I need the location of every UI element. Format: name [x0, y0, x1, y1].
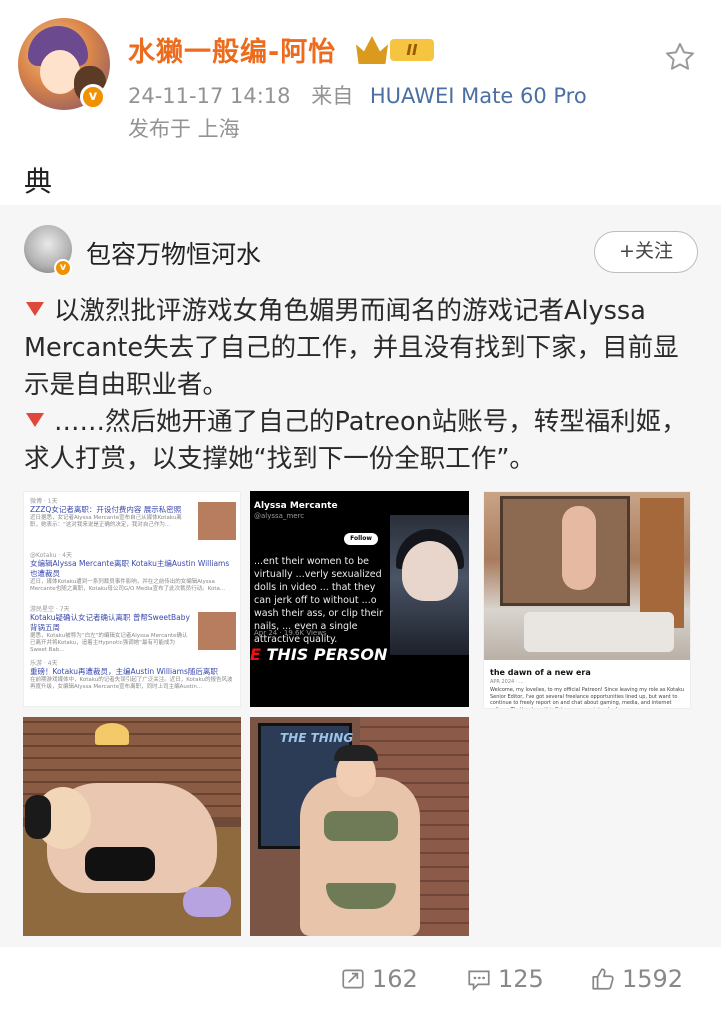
image-patreon-screenshot[interactable]: the dawn of a new era APR 2024 · ... Wel…	[483, 491, 691, 709]
post-meta: 24-11-17 14:18 来自 HUAWEI Mate 60 Pro	[128, 80, 587, 110]
like-button[interactable]: 1592	[590, 963, 683, 995]
clothing-bottom	[326, 883, 396, 909]
red-triangle-icon	[26, 302, 44, 316]
image-tweet-screenshot[interactable]: Alyssa Mercante @alyssa_merc Follow ...e…	[250, 491, 469, 707]
image-photo-2[interactable]: THE THING	[250, 717, 469, 936]
action-bar: 162 125 1592	[0, 955, 721, 1005]
news-body: 近日据悉，女记者Alyssa Mercante宣布自己从媒体Kotaku离职，她…	[30, 515, 182, 528]
news-title: ZZZQ女记者离职：开设付费内容 展示私密照	[30, 505, 182, 514]
red-triangle-icon	[26, 413, 44, 427]
patreon-date: APR 2024 · ...	[490, 679, 524, 685]
repost-text: 以激烈批评游戏女角色媚男而闻名的游戏记者Alyssa Mercante失去了自己…	[24, 293, 704, 478]
news-source: 乐游 · 4天	[30, 660, 58, 667]
patreon-photo	[484, 492, 690, 660]
image-photo-1[interactable]	[23, 717, 241, 936]
post-timestamp: 24-11-17 14:18	[128, 84, 291, 108]
favorite-star-icon[interactable]	[663, 40, 697, 74]
sink	[524, 612, 674, 652]
follow-button[interactable]: +关注	[594, 231, 698, 273]
comment-count: 125	[498, 965, 544, 993]
tweet-name: Alyssa Mercante	[254, 501, 338, 511]
patreon-body: Welcome, my lovelies, to my official Pat…	[490, 687, 685, 708]
news-title: 重磅！Kotaku再遭裁员，主编Austin Williams随后离职	[30, 667, 218, 676]
repost-button[interactable]: 162	[340, 963, 418, 995]
device-link[interactable]: HUAWEI Mate 60 Pro	[370, 84, 587, 108]
comment-button[interactable]: 125	[466, 963, 544, 995]
repost-paragraph-2-text: ……然后她开通了自己的Patreon站账号，转型福利姬，求人打赏，以支撑她“找到…	[24, 407, 687, 474]
news-item: 乐游 · 4天 重磅！Kotaku再遭裁员，主编Austin Williams随…	[30, 658, 236, 691]
person	[300, 777, 420, 936]
comment-icon	[468, 970, 490, 991]
post-location: 发布于 上海	[128, 117, 240, 141]
news-thumbnail	[198, 612, 236, 650]
news-body: 近日，媒体Kotaku遭到一系列裁员事件影响，并在之前传出的女编辑Alyssa …	[30, 579, 226, 592]
figure	[562, 506, 596, 590]
headset	[25, 795, 51, 839]
repost-paragraph-1-text: 以激烈批评游戏女角色媚男而闻名的游戏记者Alyssa Mercante失去了自己…	[24, 296, 679, 400]
clothing-top	[324, 811, 398, 841]
repost-paragraph-2: ……然后她开通了自己的Patreon站账号，转型福利姬，求人打赏，以支撑她“找到…	[24, 404, 704, 478]
level-label: II	[390, 39, 434, 61]
news-thumbnail	[198, 502, 236, 540]
repost-author-name[interactable]: 包容万物恒河水	[86, 235, 261, 271]
news-title: Kotaku疑确认女记者确认离职 曾帮SweetBaby背锅五周	[30, 613, 190, 632]
news-source: @Kotaku · 4天	[30, 552, 72, 559]
repost-card[interactable]: v 包容万物恒河水 +关注 以激烈批评游戏女角色媚男而闻名的游戏记者Alyssa…	[0, 205, 721, 947]
post-header: v 水獭一般编-阿怡 II 24-11-17 14:18 来自 HUAWEI M…	[0, 0, 721, 150]
from-label: 来自	[311, 84, 354, 108]
thumbs-up-icon	[592, 968, 614, 990]
news-body: 据悉，Kotaku被称为“白左”的编辑女记者Alyssa Mercante确认已…	[30, 633, 188, 653]
news-title: 女编辑Alyssa Mercante离职 Kotaku主编Austin Will…	[30, 559, 230, 578]
image-news-screenshot[interactable]: 微博 · 1天 ZZZQ女记者离职：开设付费内容 展示私密照 近日据悉，女记者A…	[23, 491, 241, 707]
repost-icon	[342, 969, 364, 989]
door	[640, 498, 684, 628]
like-count: 1592	[622, 965, 684, 993]
repost-verified-badge-icon: v	[54, 259, 72, 277]
post-text: 典	[24, 165, 53, 198]
portrait-face	[402, 541, 458, 601]
crown-icon	[356, 36, 388, 64]
tweet-handle: @alyssa_merc	[254, 512, 305, 520]
patreon-title: the dawn of a new era	[490, 668, 591, 677]
verified-badge-icon: v	[80, 84, 106, 110]
poster-title: THE THING	[280, 731, 354, 745]
banner-red-text: E	[250, 645, 261, 664]
member-level-badge[interactable]: II	[356, 36, 436, 64]
lamp	[95, 723, 129, 745]
tweet-banner: E THIS PERSON	[250, 645, 387, 664]
clothing	[85, 847, 155, 881]
repost-paragraph-1: 以激烈批评游戏女角色媚男而闻名的游戏记者Alyssa Mercante失去了自己…	[24, 293, 704, 404]
author-name[interactable]: 水獭一般编-阿怡	[128, 30, 336, 69]
tweet-date: Apr 24 · 19.6K Views	[254, 629, 327, 637]
tweet-follow-button: Follow	[344, 533, 378, 545]
news-body: 在前期游戏媒体中，Kotaku的记者失误引起了广泛关注。近日，Kotaku的报告…	[30, 677, 233, 690]
tweet-portrait	[390, 515, 469, 655]
news-item: @Kotaku · 4天 女编辑Alyssa Mercante离职 Kotaku…	[30, 550, 236, 593]
banner-white-text: THIS PERSON	[260, 645, 388, 664]
cap	[334, 745, 378, 761]
game-controller	[183, 887, 231, 917]
repost-count: 162	[372, 965, 418, 993]
